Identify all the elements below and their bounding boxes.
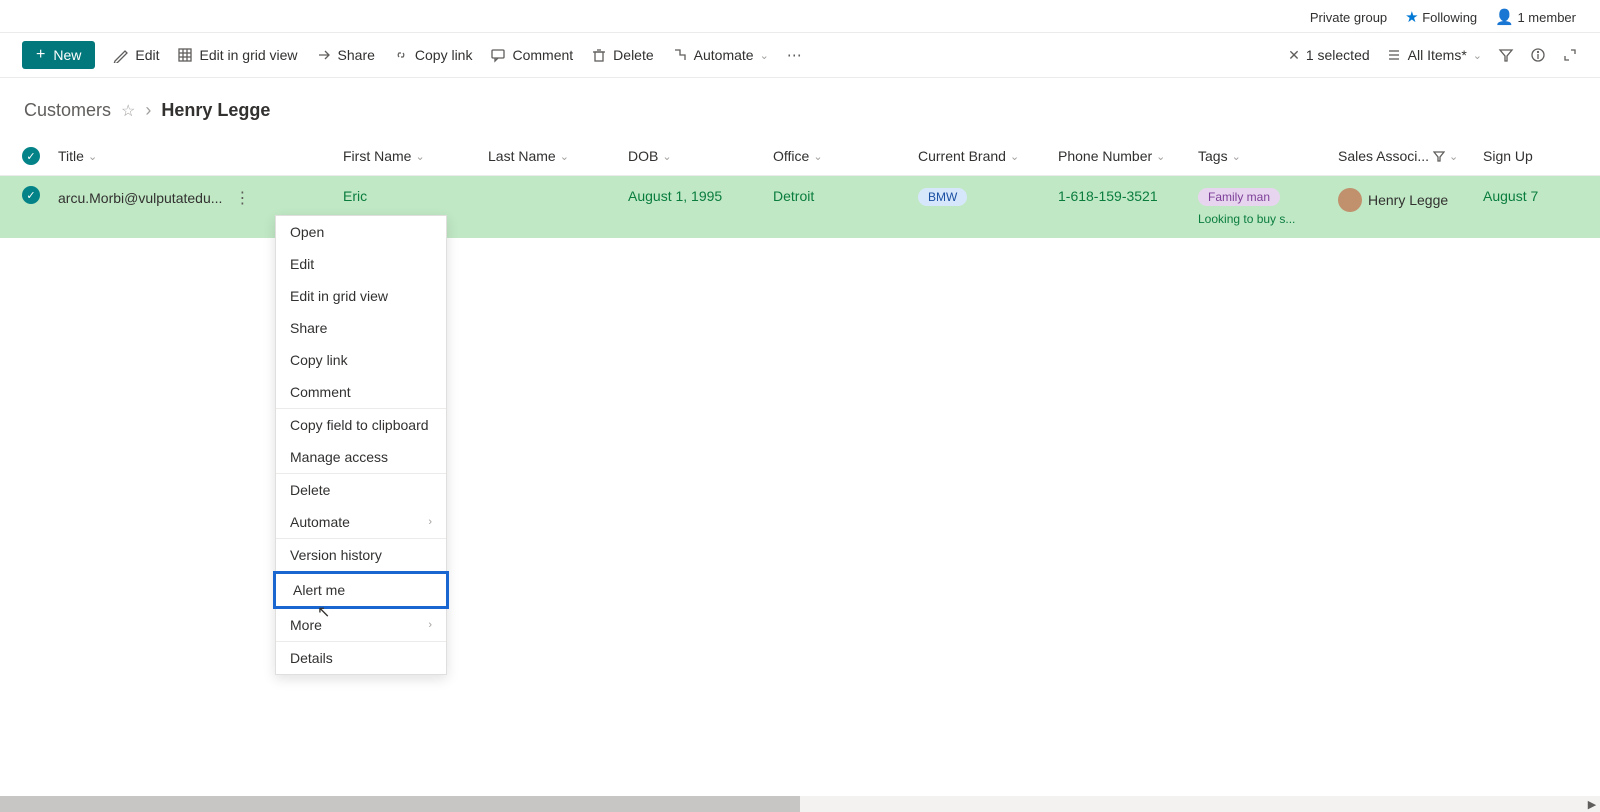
delete-button[interactable]: Delete [591,47,653,63]
menu-automate[interactable]: Automate› [276,506,446,538]
table-row[interactable]: ✓ arcu.Morbi@vulputatedu... ⋮ Eric Augus… [0,176,1600,238]
column-dob[interactable]: DOB ⌄ [628,148,773,164]
column-first-name[interactable]: First Name ⌄ [343,148,488,164]
row-select-toggle[interactable]: ✓ [22,186,40,204]
row-office: Detroit [773,186,918,204]
chevron-down-icon: ⌄ [1473,49,1482,62]
chevron-down-icon: ⌄ [1449,150,1458,163]
menu-more[interactable]: More› [276,609,446,641]
breadcrumb-list[interactable]: Customers [24,100,111,121]
person-icon: 👤 [1495,9,1514,26]
context-menu: Open Edit Edit in grid view Share Copy l… [275,215,447,675]
column-office[interactable]: Office ⌄ [773,148,918,164]
menu-comment[interactable]: Comment [276,376,446,408]
column-last-name[interactable]: Last Name ⌄ [488,148,628,164]
new-button[interactable]: +New [22,41,95,69]
menu-open[interactable]: Open [276,216,446,248]
copy-link-button[interactable]: Copy link [393,47,473,63]
info-icon [1530,47,1546,63]
tag-text: Looking to buy s... [1198,212,1338,226]
menu-alert-me[interactable]: Alert me [273,571,449,609]
automate-button[interactable]: Automate ⌄ [672,47,769,63]
menu-edit-grid[interactable]: Edit in grid view [276,280,446,312]
expand-button[interactable] [1562,47,1578,63]
privacy-label: Private group [1310,10,1387,25]
more-actions-button[interactable]: ⋯ [787,46,802,64]
favorite-star-icon[interactable]: ☆ [121,101,135,121]
brand-pill: BMW [918,188,967,206]
column-tags[interactable]: Tags ⌄ [1198,148,1338,164]
chevron-right-icon: › [428,619,432,631]
link-icon [393,47,409,63]
clear-selection-button[interactable]: ✕ 1 selected [1288,47,1370,64]
list-icon [1386,47,1402,63]
chevron-right-icon: › [145,100,151,121]
edit-button[interactable]: Edit [113,47,159,63]
grid-icon [177,47,193,63]
avatar [1338,188,1362,212]
column-sign-up[interactable]: Sign Up [1483,148,1563,164]
chevron-down-icon: ⌄ [760,49,769,62]
trash-icon [591,47,607,63]
filter-icon [1433,150,1445,162]
filter-icon [1498,47,1514,63]
menu-copy-link[interactable]: Copy link [276,344,446,376]
menu-manage-access[interactable]: Manage access [276,441,446,473]
chevron-down-icon: ⌄ [1232,150,1241,163]
chevron-down-icon: ⌄ [560,150,569,163]
menu-delete[interactable]: Delete [276,474,446,506]
chevron-down-icon: ⌄ [88,150,97,163]
comment-icon [490,47,506,63]
view-selector[interactable]: All Items* ⌄ [1386,47,1482,63]
chevron-down-icon: ⌄ [813,150,822,163]
tag-pill: Family man [1198,188,1280,206]
row-first-name: Eric [343,186,488,204]
row-phone: 1-618-159-3521 [1058,186,1198,204]
following-toggle[interactable]: ★ Following [1405,8,1477,26]
table-header: ✓ Title ⌄ First Name ⌄ Last Name ⌄ DOB ⌄… [0,137,1600,176]
row-dob: August 1, 1995 [628,186,773,204]
pencil-icon [113,47,129,63]
menu-copy-field[interactable]: Copy field to clipboard [276,409,446,441]
comment-button[interactable]: Comment [490,47,573,63]
plus-icon: + [36,48,45,62]
edit-grid-button[interactable]: Edit in grid view [177,47,297,63]
column-title[interactable]: Title ⌄ [58,148,343,164]
sales-associate-name: Henry Legge [1368,192,1448,208]
row-title[interactable]: arcu.Morbi@vulputatedu... [58,190,222,206]
info-button[interactable] [1530,47,1546,63]
column-phone[interactable]: Phone Number ⌄ [1058,148,1198,164]
column-sales-associate[interactable]: Sales Associ... ⌄ [1338,148,1483,164]
select-all-toggle[interactable]: ✓ [22,147,40,165]
share-button[interactable]: Share [316,47,375,63]
chevron-down-icon: ⌄ [662,150,671,163]
expand-icon [1562,47,1578,63]
action-bar: +New Edit Edit in grid view Share Copy l… [0,33,1600,78]
row-more-button[interactable]: ⋮ [232,188,252,208]
menu-version-history[interactable]: Version history [276,539,446,571]
menu-details[interactable]: Details [276,642,446,674]
row-last-name [488,186,628,188]
filter-button[interactable] [1498,47,1514,63]
chevron-down-icon: ⌄ [1156,150,1165,163]
menu-edit[interactable]: Edit [276,248,446,280]
breadcrumb: Customers ☆ › Henry Legge [0,78,1600,137]
scrollbar-thumb[interactable] [0,796,800,812]
close-icon: ✕ [1288,47,1300,64]
share-icon [316,47,332,63]
menu-share[interactable]: Share [276,312,446,344]
flow-icon [672,47,688,63]
row-signup: August 7 [1483,186,1563,204]
star-icon: ★ [1405,9,1418,26]
horizontal-scrollbar[interactable]: ▶ [0,796,1600,812]
chevron-down-icon: ⌄ [1010,150,1019,163]
ellipsis-icon: ⋯ [787,46,802,64]
members-link[interactable]: 👤 1 member [1495,8,1576,26]
breadcrumb-item: Henry Legge [161,100,270,121]
column-current-brand[interactable]: Current Brand ⌄ [918,148,1058,164]
chevron-down-icon: ⌄ [415,150,424,163]
chevron-right-icon: › [428,516,432,528]
scroll-right-arrow[interactable]: ▶ [1584,796,1600,812]
